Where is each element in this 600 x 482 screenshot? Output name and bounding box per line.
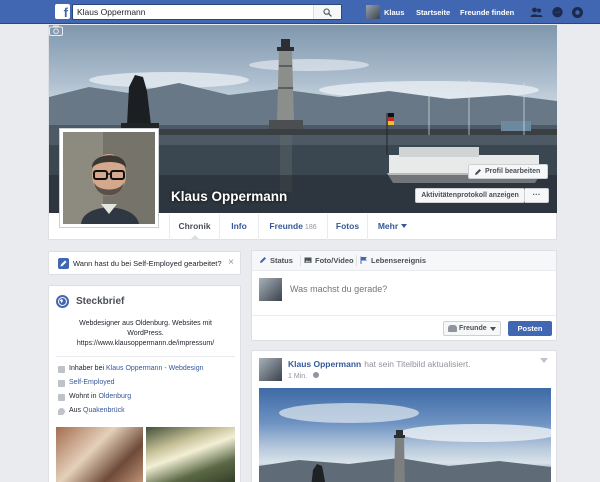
- composer-tab-life-event[interactable]: Lebensereignis: [360, 256, 426, 265]
- composer-tab-life-event-label: Lebensereignis: [371, 256, 427, 265]
- post-image[interactable]: [259, 388, 551, 482]
- friends-icon: [448, 325, 457, 332]
- status-input[interactable]: [290, 284, 490, 294]
- info-row-prefix: Inhaber bei: [69, 365, 106, 372]
- intro-title: Steckbrief: [76, 296, 125, 307]
- edit-profile-button[interactable]: Profil bearbeiten: [468, 164, 548, 179]
- composer-tabs: Status Foto/Video Lebensereignis: [252, 251, 556, 271]
- close-icon[interactable]: ×: [228, 257, 234, 268]
- friend-requests-icon[interactable]: [530, 6, 543, 19]
- city-link[interactable]: Oldenburg: [98, 393, 131, 400]
- tab-timeline[interactable]: Chronik: [169, 214, 219, 240]
- work-prompt-card[interactable]: Wann hast du bei Self-Employed gearbeite…: [48, 251, 241, 275]
- post-author-avatar[interactable]: [259, 358, 282, 381]
- chevron-down-icon: [490, 327, 496, 334]
- divider: [56, 356, 235, 357]
- audience-selector[interactable]: Freunde: [443, 321, 501, 336]
- tab-about-label: Info: [231, 221, 247, 231]
- profile-picture-frame[interactable]: [59, 128, 159, 228]
- post-button[interactable]: Posten: [508, 321, 552, 336]
- composer-tab-status[interactable]: Status: [259, 256, 293, 265]
- pencil-icon: [475, 169, 481, 175]
- tab-more[interactable]: Mehr: [367, 214, 417, 240]
- intro-card: Steckbrief Webdesigner aus Oldenburg. We…: [48, 285, 241, 482]
- info-row-prefix: Wohnt in: [69, 393, 99, 400]
- tab-friends-label: Freunde: [269, 221, 303, 231]
- bio-link[interactable]: https://www.klausoppermann.de/impressum/: [59, 339, 232, 349]
- hometown-link[interactable]: Quakenbrück: [83, 407, 125, 414]
- find-friends-link[interactable]: Freunde finden: [460, 8, 514, 17]
- employer-link[interactable]: Klaus Oppermann - Webdesign: [106, 365, 204, 372]
- profile-link[interactable]: Klaus: [384, 8, 404, 17]
- briefcase-icon: [58, 380, 65, 387]
- composer-avatar: [259, 278, 282, 301]
- search-icon: [323, 8, 332, 17]
- briefcase-icon: [58, 366, 65, 373]
- flag-icon: [360, 256, 367, 264]
- profile-portrait: [63, 132, 155, 224]
- tab-about[interactable]: Info: [219, 214, 258, 240]
- divider: [356, 255, 357, 266]
- composer-tab-photo[interactable]: Foto/Video: [304, 256, 354, 265]
- globe-icon: [313, 372, 320, 378]
- tab-friends[interactable]: Freunde 186: [258, 214, 327, 240]
- more-options-button[interactable]: ···: [525, 188, 549, 203]
- search-box[interactable]: [72, 4, 342, 20]
- post-action-text: hat sein Titelbild aktualisiert.: [364, 359, 471, 369]
- pencil-icon: [260, 257, 266, 263]
- messages-icon[interactable]: [551, 6, 564, 19]
- user-avatar[interactable]: [366, 5, 380, 19]
- facebook-logo[interactable]: f: [55, 4, 70, 19]
- edit-profile-label: Profil bearbeiten: [485, 168, 541, 175]
- globe-icon: [56, 295, 69, 308]
- post-timestamp[interactable]: 1 Min.: [288, 373, 307, 380]
- work-prompt-text[interactable]: Wann hast du bei Self-Employed gearbeite…: [73, 259, 222, 268]
- bio-line: Webdesigner aus Oldenburg. Websites mit: [79, 320, 212, 327]
- location-pin-icon: [58, 408, 65, 415]
- post-header: Klaus Oppermann hat sein Titelbild aktual…: [288, 359, 471, 369]
- notifications-icon[interactable]: [571, 6, 584, 19]
- camera-icon[interactable]: [49, 25, 63, 36]
- profile-picture: [63, 132, 155, 224]
- search-button[interactable]: [313, 5, 341, 19]
- bio-line: WordPress.: [127, 330, 164, 337]
- divider: [300, 255, 301, 266]
- feed-post: Klaus Oppermann hat sein Titelbild aktual…: [251, 350, 557, 482]
- profile-header: Klaus Oppermann Profil bearbeiten Aktivi…: [48, 25, 557, 240]
- tab-more-label: Mehr: [377, 221, 399, 231]
- top-navigation-bar: f Klaus Startseite Freunde finden: [0, 0, 600, 24]
- featured-photos: [56, 427, 235, 482]
- info-row-prefix: Aus: [69, 407, 84, 414]
- home-icon: [58, 394, 65, 401]
- post-composer: Status Foto/Video Lebensereignis Freunde…: [251, 250, 557, 341]
- audience-label: Freunde: [459, 325, 487, 332]
- chevron-down-icon: [401, 224, 408, 231]
- composer-tab-status-label: Status: [270, 256, 293, 265]
- composer-footer: Freunde Posten: [252, 315, 556, 341]
- friends-count: 186: [304, 224, 317, 231]
- search-input[interactable]: [77, 6, 307, 18]
- employer-link[interactable]: Self-Employed: [69, 379, 115, 386]
- post-meta: 1 Min.: [288, 372, 320, 380]
- post-image-scene: [259, 403, 551, 482]
- profile-name[interactable]: Klaus Oppermann: [171, 189, 287, 204]
- featured-photo[interactable]: [56, 427, 143, 482]
- intro-bio: Webdesigner aus Oldenburg. Websites mit …: [59, 319, 232, 349]
- pencil-icon: [58, 258, 69, 269]
- home-link[interactable]: Startseite: [416, 8, 450, 17]
- composer-tab-photo-label: Foto/Video: [315, 256, 354, 265]
- chevron-down-icon[interactable]: [540, 358, 548, 367]
- photo-icon: [304, 257, 312, 263]
- tab-photos[interactable]: Fotos: [327, 214, 367, 240]
- post-author-name[interactable]: Klaus Oppermann: [288, 359, 361, 369]
- featured-photo[interactable]: [146, 427, 235, 482]
- tab-timeline-label: Chronik: [178, 221, 211, 231]
- tab-photos-label: Fotos: [335, 221, 360, 231]
- activity-log-button[interactable]: Aktivitätenprotokoll anzeigen: [415, 188, 525, 203]
